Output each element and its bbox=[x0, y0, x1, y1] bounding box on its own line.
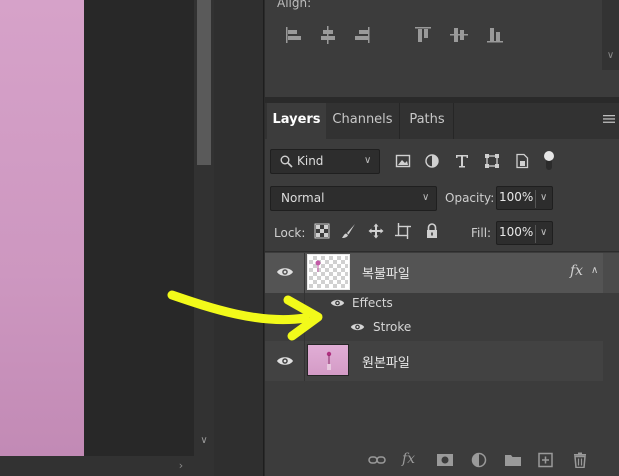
scroll-down-icon[interactable]: ∨ bbox=[197, 434, 211, 448]
field-divider bbox=[535, 190, 536, 208]
effects-label[interactable]: Effects bbox=[352, 296, 393, 310]
align-vertical-centers-icon[interactable] bbox=[448, 24, 470, 46]
tab-layers[interactable]: Layers bbox=[267, 103, 326, 139]
lock-artboard-icon[interactable] bbox=[395, 223, 411, 239]
search-icon bbox=[280, 155, 293, 168]
add-layer-style-icon[interactable]: fx bbox=[402, 451, 415, 467]
new-group-folder-icon[interactable] bbox=[504, 452, 522, 468]
chevron-up-icon[interactable]: ∧ bbox=[591, 265, 598, 276]
chevron-down-icon[interactable]: ∨ bbox=[602, 50, 619, 64]
properties-panel bbox=[265, 0, 619, 97]
opacity-dropdown-icon[interactable]: ∨ bbox=[540, 192, 547, 203]
new-adjustment-layer-icon[interactable] bbox=[470, 452, 488, 468]
align-horizontal-centers-icon[interactable] bbox=[317, 24, 339, 46]
document-canvas[interactable] bbox=[0, 0, 84, 456]
link-layers-icon[interactable] bbox=[368, 452, 386, 468]
new-layer-icon[interactable] bbox=[537, 452, 555, 468]
vertical-scrollbar-thumb[interactable] bbox=[197, 0, 211, 165]
canvas-pasteboard bbox=[84, 0, 194, 456]
lock-image-pixels-icon[interactable] bbox=[341, 223, 357, 239]
visibility-eye-icon[interactable] bbox=[350, 322, 365, 332]
fill-label: Fill: bbox=[471, 226, 492, 240]
align-left-edges-icon[interactable] bbox=[283, 24, 305, 46]
tab-paths[interactable]: Paths bbox=[401, 103, 454, 139]
chevron-down-icon: ∨ bbox=[422, 192, 430, 203]
layer-name[interactable]: 원본파일 bbox=[362, 352, 410, 371]
delete-layer-trash-icon[interactable] bbox=[571, 452, 589, 468]
opacity-value: 100% bbox=[499, 190, 534, 204]
fill-dropdown-icon[interactable]: ∨ bbox=[540, 227, 547, 238]
align-right-edges-icon[interactable] bbox=[351, 24, 373, 46]
layer-name[interactable]: 복불파일 bbox=[362, 263, 410, 282]
shape-layer-filter-icon[interactable] bbox=[484, 153, 500, 169]
annotation-arrow bbox=[167, 290, 323, 341]
layer-row-scroll-region bbox=[603, 253, 619, 293]
lock-position-icon[interactable] bbox=[368, 223, 384, 239]
tab-channels[interactable]: Channels bbox=[326, 103, 400, 139]
align-label: Align: bbox=[277, 0, 312, 10]
pixel-layer-filter-icon[interactable] bbox=[395, 153, 411, 169]
lock-label: Lock: bbox=[274, 226, 306, 240]
add-layer-mask-icon[interactable] bbox=[436, 452, 454, 468]
field-divider bbox=[535, 225, 536, 243]
filter-kind-label: Kind bbox=[297, 154, 324, 168]
fill-value: 100% bbox=[499, 225, 534, 239]
align-top-edges-icon[interactable] bbox=[412, 24, 434, 46]
panel-gutter bbox=[214, 0, 264, 476]
opacity-label: Opacity: bbox=[445, 191, 495, 205]
type-layer-filter-icon[interactable] bbox=[454, 153, 470, 169]
smart-object-filter-icon[interactable] bbox=[514, 153, 530, 169]
lock-transparent-pixels-icon[interactable] bbox=[314, 223, 330, 239]
layer-effects-fx-icon[interactable]: fx bbox=[570, 263, 583, 279]
adjustment-layer-filter-icon[interactable] bbox=[424, 153, 440, 169]
layers-list-top-divider bbox=[265, 251, 619, 252]
panel-menu-icon[interactable] bbox=[603, 113, 615, 125]
panel-divider bbox=[263, 0, 264, 476]
scroll-right-icon[interactable]: › bbox=[174, 458, 188, 474]
chevron-down-icon: ∨ bbox=[364, 155, 372, 166]
blend-mode-value: Normal bbox=[281, 191, 325, 205]
align-bottom-edges-icon[interactable] bbox=[484, 24, 506, 46]
stroke-effect-label[interactable]: Stroke bbox=[373, 320, 411, 334]
lock-all-icon[interactable] bbox=[424, 223, 440, 239]
filter-toggle-switch[interactable] bbox=[543, 150, 555, 172]
